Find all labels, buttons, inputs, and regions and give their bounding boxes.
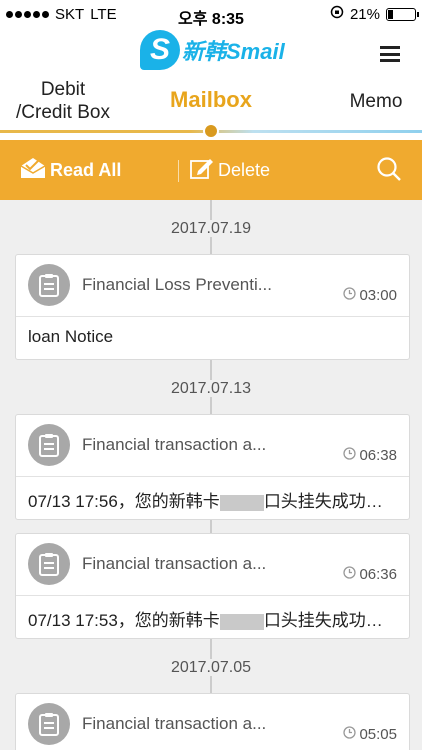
message-card[interactable]: Financial transaction a... 05:05 (15, 693, 410, 750)
date-header: 2017.07.19 (0, 220, 422, 238)
search-icon[interactable] (376, 156, 402, 187)
clock-icon (343, 726, 357, 743)
battery-icon (386, 7, 419, 21)
message-card[interactable]: Financial transaction a... 06:38 07/13 1… (15, 414, 410, 520)
read-all-label: Read All (50, 160, 122, 180)
delete-button[interactable]: Delete (190, 157, 270, 184)
action-bar: Read All Delete (0, 140, 422, 200)
message-preview: 07/13 17:53，您的新韩卡 口头挂失成功… (28, 611, 383, 630)
action-divider (178, 160, 179, 182)
date-header: 2017.07.05 (0, 659, 422, 677)
message-title: Financial transaction a... (82, 435, 267, 454)
message-list: 2017.07.19 Financial Loss Preventi... 03… (0, 200, 422, 750)
tab-bar: Debit /Credit Box Mailbox Memo (0, 78, 422, 140)
message-time: 06:38 (343, 447, 397, 464)
redacted-card-number (219, 613, 264, 630)
message-time: 06:36 (343, 566, 397, 583)
hamburger-menu-icon[interactable] (380, 46, 400, 62)
redacted-card-number (219, 494, 264, 511)
app-logo: S 新韩Smail (140, 30, 285, 70)
message-title: Financial transaction a... (82, 714, 267, 733)
battery-percent: 21% (349, 5, 380, 23)
message-title: Financial Loss Preventi... (82, 275, 272, 294)
message-icon (28, 264, 70, 306)
message-preview: loan Notice (28, 327, 114, 346)
message-time: 05:05 (343, 726, 397, 743)
date-header: 2017.07.13 (0, 380, 422, 398)
clock-icon (343, 287, 357, 304)
tab-debit-line2: /Credit Box (16, 102, 110, 123)
message-title: Financial transaction a... (82, 554, 267, 573)
rotation-lock-icon (330, 5, 344, 23)
envelope-open-icon (20, 157, 46, 184)
delete-label: Delete (218, 160, 271, 180)
tab-memo[interactable]: Memo (340, 90, 412, 113)
message-preview: 07/13 17:56，您的新韩卡 口头挂失成功… (28, 492, 383, 511)
message-icon (28, 543, 70, 585)
message-icon (28, 424, 70, 466)
tab-indicator-dot (203, 123, 219, 139)
message-card[interactable]: Financial transaction a... 06:36 07/13 1… (15, 533, 410, 639)
message-icon (28, 703, 70, 745)
tab-debit-credit-box[interactable]: Debit /Credit Box (8, 78, 118, 124)
edit-delete-icon (190, 157, 214, 184)
tab-debit-line1: Debit (40, 79, 86, 100)
logo-text: 新韩Smail (182, 39, 285, 64)
status-bar: SKT LTE 오후 8:35 21% (0, 0, 422, 28)
app-header: S 新韩Smail (0, 28, 422, 78)
message-time: 03:00 (343, 287, 397, 304)
clock-icon (343, 566, 357, 583)
tab-mailbox[interactable]: Mailbox (150, 88, 272, 111)
clock-icon (343, 447, 357, 464)
message-card[interactable]: Financial Loss Preventi... 03:00 loan No… (15, 254, 410, 360)
logo-mark: S (140, 30, 180, 70)
read-all-button[interactable]: Read All (20, 157, 121, 184)
